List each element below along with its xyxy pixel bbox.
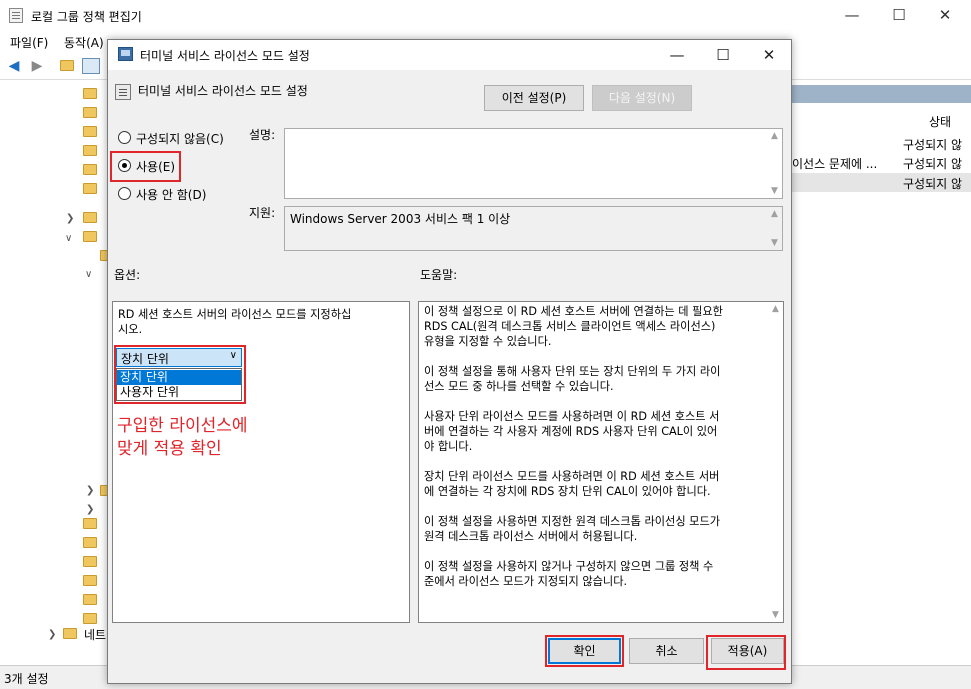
help-line: 유형을 지정할 수 있습니다. (424, 335, 552, 348)
help-label: 도움말: (420, 268, 458, 282)
radio-button[interactable] (118, 131, 131, 144)
help-pane: 이 정책 설정으로 이 RD 세션 호스트 서버에 연결하는 데 필요한 RDS … (418, 301, 784, 623)
dialog-maximize-button[interactable]: ☐ (700, 40, 746, 70)
folder-icon (83, 88, 97, 99)
dialog-titlebar: 터미널 서비스 라이선스 모드 설정 — ☐ ✕ (108, 40, 791, 70)
policy-setting-dialog: 터미널 서비스 라이선스 모드 설정 — ☐ ✕ 터미널 서비스 라이선스 모드… (107, 39, 792, 684)
settings-list-pane: 상태 구성되지 않 이선스 문제에 ... 구성되지 않 구성되지 않 (792, 80, 971, 665)
back-arrow-icon[interactable]: ◀ (5, 58, 23, 74)
previous-setting-button[interactable]: 이전 설정(P) (484, 85, 584, 111)
folder-icon (83, 126, 97, 137)
supported-on-field: Windows Server 2003 서비스 팩 1 이상 ▲ ▼ (284, 206, 783, 251)
folder-icon (83, 594, 97, 605)
help-line: 장치 단위 라이선스 모드를 사용하려면 이 RD 세션 호스트 서버 (424, 470, 720, 483)
menu-action[interactable]: 동작(A) (64, 34, 104, 51)
forward-arrow-icon[interactable]: ▶ (28, 58, 46, 74)
supported-on-text: Windows Server 2003 서비스 팩 1 이상 (290, 212, 511, 226)
folder-icon (83, 556, 97, 567)
status-text: 3개 설정 (4, 672, 49, 686)
folder-icon (83, 164, 97, 175)
policy-tree: ❯ ∨ ∨ ❯ ❯ ❯ 네트 (0, 80, 114, 665)
setting-header-title: 터미널 서비스 라이선스 모드 설정 (138, 84, 308, 98)
chevron-down-icon[interactable]: ∨ (85, 269, 92, 280)
show-hide-tree-icon[interactable] (82, 58, 100, 74)
help-line: 준에서 라이선스 모드가 지정되지 않습니다. (424, 575, 628, 588)
options-pane: RD 세션 호스트 서버의 라이선스 모드를 지정하십 시오. 장치 단위 ∨ … (112, 301, 410, 623)
dialog-close-button[interactable]: ✕ (746, 40, 792, 70)
folder-icon (83, 575, 97, 586)
annotation-text: 구입한 라이선스에 맞게 적용 확인 (117, 416, 248, 459)
policy-icon (118, 47, 133, 61)
folder-icon (83, 231, 97, 242)
folder-icon (83, 183, 97, 194)
highlight-box (706, 635, 786, 670)
help-text: 이 정책 설정으로 이 RD 세션 호스트 서버에 연결하는 데 필요한 RDS … (424, 304, 768, 589)
help-line: 원격 데스크톱 라이선스 서버에서 허용됩니다. (424, 530, 638, 543)
list-cell-setting[interactable]: 이선스 문제에 ... (792, 155, 877, 172)
help-line: 이 정책 설정을 사용하면 지정한 원격 데스크톱 라이선싱 모드가 (424, 515, 721, 528)
chevron-right-icon[interactable]: ❯ (48, 629, 56, 640)
help-line: 사용자 단위 라이선스 모드를 사용하려면 이 RD 세션 호스트 서 (424, 410, 720, 423)
comment-scrollbar[interactable]: ▲ ▼ (767, 129, 782, 198)
up-folder-icon[interactable] (58, 58, 76, 74)
supported-label: 지원: (249, 206, 276, 220)
radio-button[interactable] (118, 187, 131, 200)
radio-disabled[interactable]: 사용 안 함(D) (118, 185, 238, 203)
help-line (424, 394, 768, 409)
help-line: 에 연결하는 각 장치에 RDS 장치 단위 CAL이 있어야 합니다. (424, 485, 711, 498)
help-line: 이 정책 설정을 통해 사용자 단위 또는 장치 단위의 두 가지 라이 (424, 365, 721, 378)
highlight-box (110, 151, 181, 182)
list-cell-state: 구성되지 않 (903, 157, 963, 171)
comment-textarea[interactable]: ▲ ▼ (284, 128, 783, 199)
main-close-button[interactable]: ✕ (922, 0, 968, 31)
list-cell-state: 구성되지 않 (903, 177, 963, 191)
help-scrollbar[interactable]: ▲ ▼ (768, 302, 783, 622)
tree-item-network[interactable]: 네트 (84, 626, 106, 643)
radio-not-configured[interactable]: 구성되지 않음(C) (118, 129, 248, 147)
help-line: 야 합니다. (424, 440, 473, 453)
folder-icon (83, 145, 97, 156)
dialog-title: 터미널 서비스 라이선스 모드 설정 (140, 49, 310, 63)
menu-file[interactable]: 파일(F) (10, 34, 48, 51)
options-label: 옵션: (114, 268, 141, 282)
help-line: 이 정책 설정으로 이 RD 세션 호스트 서버에 연결하는 데 필요한 (424, 305, 723, 318)
help-line (424, 454, 768, 469)
chevron-right-icon[interactable]: ❯ (86, 485, 94, 496)
highlight-box (114, 345, 246, 404)
folder-icon (83, 107, 97, 118)
folder-icon (83, 613, 97, 624)
dialog-minimize-button[interactable]: — (654, 40, 700, 70)
comment-label: 설명: (249, 128, 276, 142)
help-line: 선스 모드 중 하나를 선택할 수 있습니다. (424, 380, 614, 393)
folder-icon (83, 537, 97, 548)
chevron-right-icon[interactable]: ❯ (86, 504, 94, 515)
help-line: 버에 연결하는 각 사용자 계정에 RDS 사용자 단위 CAL이 있어 (424, 425, 718, 438)
help-line (424, 499, 768, 514)
help-line: RDS CAL(원격 데스크톱 서비스 클라이언트 액세스 라이선스) (424, 320, 716, 333)
next-setting-button[interactable]: 다음 설정(N) (592, 85, 692, 111)
folder-icon (83, 518, 97, 529)
main-maximize-button[interactable]: ☐ (876, 0, 922, 31)
folder-icon (63, 628, 77, 639)
supported-scrollbar[interactable]: ▲ ▼ (767, 207, 782, 250)
group-policy-app-icon (9, 8, 23, 23)
main-window-title: 로컬 그룹 정책 편집기 (31, 10, 142, 24)
main-titlebar: 로컬 그룹 정책 편집기 — ☐ ✕ (0, 0, 971, 31)
help-line (424, 544, 768, 559)
chevron-down-icon[interactable]: ∨ (65, 233, 72, 244)
main-minimize-button[interactable]: — (829, 0, 875, 31)
cancel-button[interactable]: 취소 (629, 638, 704, 664)
list-cell-state: 구성되지 않 (903, 138, 963, 152)
list-header-bar (792, 85, 971, 103)
help-line: 이 정책 설정을 사용하지 않거나 구성하지 않으면 그룹 정책 수 (424, 560, 714, 573)
folder-icon (83, 212, 97, 223)
column-header-state[interactable]: 상태 (929, 113, 951, 130)
setting-icon (115, 84, 131, 100)
option-prompt: RD 세션 호스트 서버의 라이선스 모드를 지정하십 시오. (118, 308, 352, 336)
chevron-right-icon[interactable]: ❯ (66, 213, 74, 224)
help-line (424, 349, 768, 364)
highlight-box (545, 635, 624, 667)
